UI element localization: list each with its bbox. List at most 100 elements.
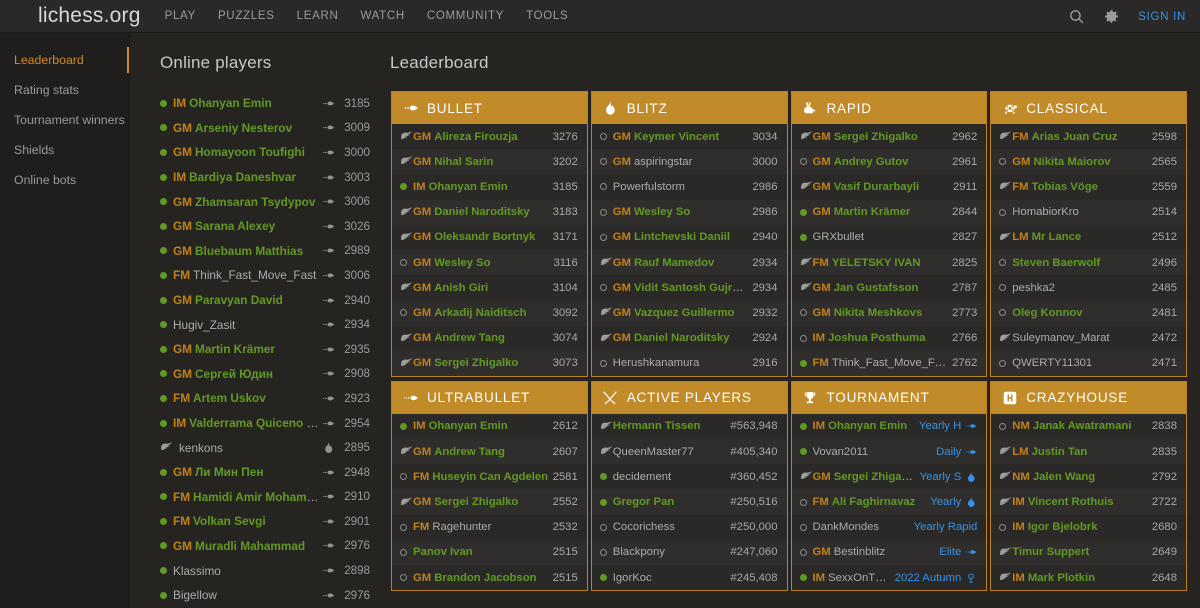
online-player-row[interactable]: kenkons 2895: [160, 435, 370, 460]
online-player-row[interactable]: FM Hamidi Amir Mohammad 2910: [160, 485, 370, 510]
table-row[interactable]: IM Igor Bjelobrk 2680: [991, 514, 1186, 540]
online-player-row[interactable]: GM Paravyan David 2940: [160, 288, 370, 313]
table-row[interactable]: NM Janak Awatramani 2838: [991, 413, 1186, 440]
table-row[interactable]: IM Ohanyan Emin 3185: [392, 174, 587, 200]
player-link[interactable]: GM Lintchevski Daniil: [613, 231, 753, 243]
table-row[interactable]: GM Nihal Sarin 3202: [392, 149, 587, 175]
player-link[interactable]: Gregor Pan: [613, 496, 731, 508]
player-link[interactable]: NM Jalen Wang: [1012, 471, 1152, 483]
player-link[interactable]: IM Ohanyan Emin: [413, 420, 553, 432]
table-row[interactable]: GM Sergei Zhigalko 2962: [791, 124, 987, 150]
table-row[interactable]: DankMondes Yearly Rapid: [791, 514, 987, 540]
table-row[interactable]: GM Brandon Jacobson 2515: [392, 565, 587, 591]
table-row[interactable]: IM Vincent Rothuis 2722: [991, 489, 1186, 515]
player-link[interactable]: Timur Suppert: [1012, 546, 1152, 558]
player-link[interactable]: GM Arkadij Naiditsch: [413, 307, 553, 319]
table-row[interactable]: IMSexxOnTheBea…2022 Autumn: [791, 565, 987, 591]
online-player-row[interactable]: GM Zhamsaran Tsydypov 3006: [160, 189, 370, 214]
nav-puzzles[interactable]: PUZZLES: [218, 10, 275, 22]
table-row[interactable]: GRXbullet 2827: [791, 224, 987, 250]
table-row[interactable]: GM Jan Gustafsson 2787: [791, 275, 987, 301]
leaderboard-card-header[interactable]: BLITZ: [591, 92, 787, 124]
player-link[interactable]: GM Sergei Zhigalko: [813, 471, 920, 483]
table-row[interactable]: FM Think_Fast_Move_Fast 2762: [791, 350, 987, 376]
player-link[interactable]: IM Ohanyan Emin: [813, 420, 919, 432]
online-player-row[interactable]: IMValderrama Quiceno Esteban Alb 2954: [160, 411, 370, 436]
table-row[interactable]: GM Andrew Tang 2607: [392, 439, 587, 465]
player-link[interactable]: LM Justin Tan: [1012, 446, 1152, 458]
online-player-row[interactable]: FM Artem Uskov 2923: [160, 386, 370, 411]
player-link[interactable]: GM Brandon Jacobson: [413, 572, 553, 584]
online-player-row[interactable]: IM Bardiya Daneshvar 3003: [160, 165, 370, 190]
table-row[interactable]: Hermann Tissen #563,948: [591, 413, 787, 440]
player-link[interactable]: GM Nikita Maiorov: [1012, 156, 1152, 168]
online-player-row[interactable]: GM Сергей Юдин 2908: [160, 362, 370, 387]
gear-icon[interactable]: [1103, 8, 1120, 25]
table-row[interactable]: GM Vasif Durarbayli 2911: [791, 174, 987, 200]
player-link[interactable]: GM Keymer Vincent: [613, 131, 753, 143]
site-logo-title[interactable]: lichess.org: [38, 4, 141, 28]
tournament-link-wrap[interactable]: Yearly H: [919, 420, 977, 433]
player-link[interactable]: GM Andrew Tang: [413, 332, 553, 344]
tournament-link-wrap[interactable]: Yearly Rapid: [914, 521, 978, 533]
table-row[interactable]: Suleymanov_Marat 2472: [991, 325, 1186, 351]
leaderboard-card-header[interactable]: CLASSICAL: [991, 92, 1186, 124]
player-link[interactable]: IgorKoc: [613, 572, 731, 584]
player-link[interactable]: Herushkanamura: [613, 357, 753, 369]
leaderboard-card-header[interactable]: CRAZYHOUSE: [991, 381, 1186, 414]
nav-tools[interactable]: TOOLS: [526, 10, 568, 22]
sidebar-item-leaderboard[interactable]: Leaderboard: [0, 45, 129, 75]
player-link[interactable]: FM Huseyin Can Agdelen: [413, 471, 553, 483]
nav-watch[interactable]: WATCH: [360, 10, 404, 22]
leaderboard-card-header[interactable]: ULTRABULLET: [392, 381, 587, 414]
tournament-name[interactable]: Yearly H: [919, 420, 961, 432]
table-row[interactable]: GM Andrey Gutov 2961: [791, 149, 987, 175]
player-link[interactable]: GM Arseniy Nesterov: [173, 121, 322, 135]
player-link[interactable]: GRXbullet: [813, 231, 953, 243]
table-row[interactable]: GM Nikita Meshkovs 2773: [791, 300, 987, 326]
nav-play[interactable]: PLAY: [165, 10, 196, 22]
tournament-link-wrap[interactable]: Yearly: [930, 496, 977, 509]
player-link[interactable]: GM Paravyan David: [173, 293, 322, 307]
player-link[interactable]: FM Tobias Vöge: [1012, 181, 1152, 193]
table-row[interactable]: Steven Baerwolf 2496: [991, 249, 1186, 276]
player-link[interactable]: FM Think_Fast_Move_Fast: [173, 268, 322, 282]
table-row[interactable]: FM Ali Faghirnavaz Yearly: [791, 489, 987, 515]
player-link[interactable]: DankMondes: [813, 521, 914, 533]
player-link[interactable]: GM Rauf Mamedov: [613, 257, 753, 269]
player-link[interactable]: IM Ohanyan Emin: [173, 96, 322, 110]
player-link[interactable]: GM Andrew Tang: [413, 446, 553, 458]
player-link[interactable]: FM Ragehunter: [413, 521, 553, 533]
table-row[interactable]: GM Wesley So 2986: [591, 199, 787, 225]
player-link[interactable]: GM Daniel Naroditsky: [413, 206, 553, 218]
online-player-row[interactable]: GM Arseniy Nesterov 3009: [160, 116, 370, 141]
sidebar-item-tournament-winners[interactable]: Tournament winners: [0, 105, 129, 135]
nav-community[interactable]: COMMUNITY: [427, 10, 504, 22]
leaderboard-card-header[interactable]: BULLET: [392, 92, 587, 124]
player-link[interactable]: GM Homayoon Toufighi: [173, 145, 322, 159]
player-link[interactable]: IM Ohanyan Emin: [413, 181, 553, 193]
table-row[interactable]: QWERTY11301 2471: [991, 350, 1186, 376]
table-row[interactable]: GM Nikita Maiorov 2565: [991, 149, 1186, 175]
player-link[interactable]: GM Zhamsaran Tsydypov: [173, 195, 322, 209]
table-row[interactable]: GM Daniel Naroditsky 2924: [591, 325, 787, 351]
online-player-row[interactable]: GM Ли Мин Пен 2948: [160, 460, 370, 485]
player-link[interactable]: Panov Ivan: [413, 546, 553, 558]
player-link[interactable]: GM Bestinblitz: [813, 546, 940, 558]
online-player-row[interactable]: Klassimo 2898: [160, 558, 370, 583]
player-link[interactable]: GM Sergei Zhigalko: [813, 131, 953, 143]
online-player-row[interactable]: GM Homayoon Toufighi 3000: [160, 140, 370, 165]
table-row[interactable]: IM Mark Plotkin 2648: [991, 565, 1186, 591]
table-row[interactable]: FM YELETSKY IVAN 2825: [791, 249, 987, 276]
player-link[interactable]: FM Artem Uskov: [173, 391, 322, 405]
player-link[interactable]: Cocorichess: [613, 521, 731, 533]
player-link[interactable]: Hermann Tissen: [613, 420, 731, 432]
table-row[interactable]: Oleg Konnov 2481: [991, 300, 1186, 326]
player-link[interactable]: decidement: [613, 471, 731, 483]
player-link[interactable]: kenkons: [179, 441, 322, 455]
table-row[interactable]: IM Ohanyan Emin 2612: [392, 413, 587, 440]
player-link[interactable]: GM Muradli Mahammad: [173, 539, 322, 553]
sidebar-item-rating-stats[interactable]: Rating stats: [0, 75, 129, 105]
table-row[interactable]: QueenMaster77 #405,340: [591, 439, 787, 465]
table-row[interactable]: Vovan2011 Daily: [791, 439, 987, 465]
